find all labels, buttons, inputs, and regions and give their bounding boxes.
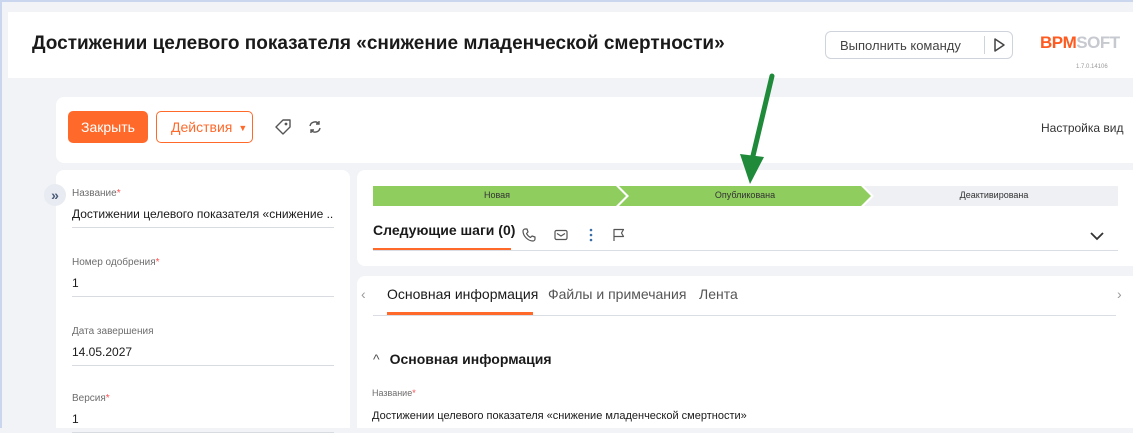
- window-top-border: [0, 0, 1133, 2]
- section-field-label: Название: [372, 388, 413, 398]
- chevron-left-icon[interactable]: ‹: [361, 286, 366, 302]
- play-icon[interactable]: [989, 36, 1009, 54]
- page-title: Достижении целевого показателя «снижение…: [32, 33, 725, 54]
- action-toolbar: Закрыть Действия ▼ Настройка вид: [56, 97, 1133, 163]
- window-left-border: [0, 0, 2, 428]
- field-name-label: Название: [72, 188, 117, 199]
- tab-files-notes[interactable]: Файлы и примечания: [548, 286, 686, 302]
- phone-icon[interactable]: [521, 227, 537, 243]
- email-icon[interactable]: [553, 227, 569, 243]
- field-approval-number-label: Номер одобрения: [72, 257, 156, 268]
- field-version-label: Версия: [72, 393, 106, 404]
- more-icon[interactable]: [583, 227, 599, 243]
- field-end-date-label: Дата завершения: [72, 326, 154, 337]
- close-button[interactable]: Закрыть: [68, 111, 148, 143]
- field-version[interactable]: Версия* 1: [72, 393, 334, 433]
- command-label: Выполнить команду: [840, 38, 961, 53]
- app-version: 1.7.0.14106: [1076, 64, 1108, 70]
- next-steps-tab[interactable]: Следующие шаги (0): [373, 222, 515, 238]
- chevron-right-icon[interactable]: ›: [1117, 286, 1122, 302]
- annotation-arrow: [740, 73, 775, 184]
- page-header: Достижении целевого показателя «снижение…: [8, 12, 1133, 78]
- stage-published-label[interactable]: Опубликована: [621, 190, 869, 200]
- chevron-down-icon[interactable]: [1089, 229, 1105, 243]
- refresh-icon[interactable]: [306, 118, 324, 136]
- tab-feed[interactable]: Лента: [699, 286, 738, 302]
- view-settings-link[interactable]: Настройка вид: [1041, 121, 1124, 135]
- field-approval-number[interactable]: Номер одобрения* 1: [72, 257, 334, 297]
- tag-icon[interactable]: [274, 118, 292, 136]
- field-name-value[interactable]: Достижении целевого показателя «снижение…: [72, 207, 334, 228]
- next-steps-divider: [373, 250, 1118, 251]
- section-header[interactable]: ^ Основная информация: [373, 351, 552, 367]
- bpmsoft-logo: BPMSOFT: [1040, 33, 1120, 52]
- section-title: Основная информация: [389, 351, 552, 367]
- actions-dropdown-button[interactable]: Действия ▼: [156, 111, 253, 143]
- field-end-date-value[interactable]: 14.05.2027: [72, 345, 334, 366]
- caret-down-icon: ▼: [238, 123, 248, 133]
- stage-new-label[interactable]: Новая: [373, 190, 621, 200]
- field-end-date[interactable]: Дата завершения 14.05.2027: [72, 326, 334, 366]
- actions-label: Действия: [171, 119, 233, 135]
- flag-icon[interactable]: [611, 227, 627, 243]
- command-separator: [984, 36, 985, 54]
- section-field-value[interactable]: Достижении целевого показателя «снижение…: [372, 410, 747, 422]
- field-name[interactable]: Название* Достижении целевого показателя…: [72, 188, 334, 228]
- command-input[interactable]: Выполнить команду: [825, 31, 1013, 59]
- tab-main-info[interactable]: Основная информация: [387, 286, 538, 302]
- tabs-panel: ‹ Основная информация Файлы и примечания…: [357, 276, 1133, 428]
- field-version-value[interactable]: 1: [72, 412, 334, 433]
- tabs-divider: [373, 315, 1116, 316]
- stage-deactivated-label[interactable]: Деактивирована: [869, 190, 1119, 200]
- field-approval-number-value[interactable]: 1: [72, 276, 334, 297]
- chevron-up-icon: ^: [373, 351, 380, 367]
- expand-icon[interactable]: »: [44, 184, 66, 206]
